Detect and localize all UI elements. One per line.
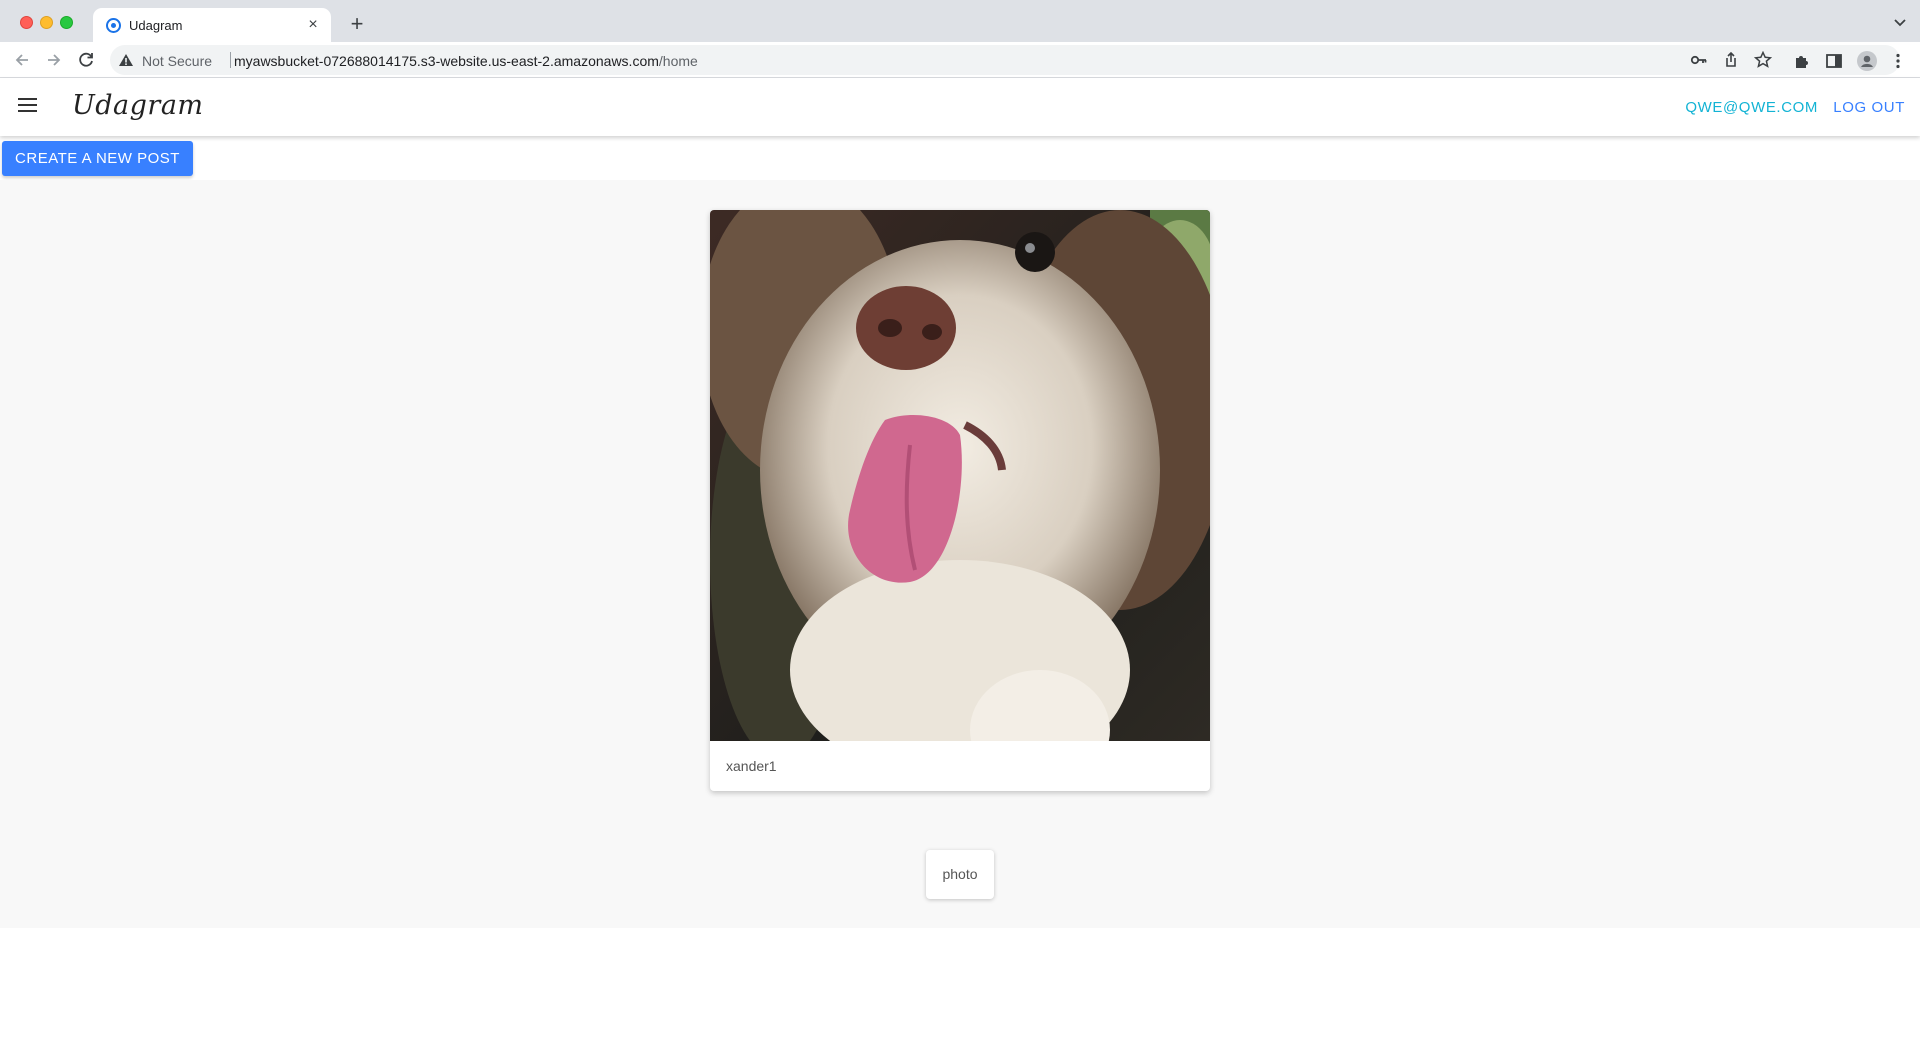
tab-favicon-icon (106, 18, 121, 33)
kebab-menu-icon[interactable] (1889, 52, 1907, 70)
maximize-window-button[interactable] (60, 16, 73, 29)
browser-tab[interactable]: Udagram × (93, 8, 331, 42)
url-text[interactable]: myawsbucket-072688014175.s3-website.us-e… (234, 53, 698, 69)
sidepanel-icon[interactable] (1825, 52, 1843, 70)
feed-area: xander1 photo (0, 180, 1920, 928)
url-path: /home (658, 53, 698, 69)
tab-title: Udagram (129, 18, 183, 33)
photo-chip[interactable]: photo (926, 850, 994, 899)
browser-toolbar: Not Secure myawsbucket-072688014175.s3-w… (0, 42, 1920, 78)
post-caption: xander1 (726, 758, 777, 774)
browser-chrome: Udagram × + Not Secure myawsbucket-07268… (0, 0, 1920, 78)
address-bar[interactable]: Not Secure myawsbucket-072688014175.s3-w… (110, 45, 1900, 75)
key-icon[interactable] (1690, 51, 1708, 69)
app-header: Udagram QWE@QWE.COM LOG OUT (0, 78, 1920, 136)
forward-icon[interactable] (42, 48, 66, 72)
create-post-bar: CREATE A NEW POST (0, 136, 1920, 180)
omnibox-divider (230, 52, 231, 68)
back-icon[interactable] (10, 48, 34, 72)
post-photo[interactable] (710, 210, 1210, 741)
minimize-window-button[interactable] (40, 16, 53, 29)
tab-strip: Udagram × + (0, 0, 1920, 42)
user-email-link[interactable]: QWE@QWE.COM (1685, 99, 1818, 116)
logout-button[interactable]: LOG OUT (1833, 99, 1905, 116)
profile-icon[interactable] (1857, 51, 1877, 71)
extensions-icon[interactable] (1793, 52, 1811, 70)
reload-icon[interactable] (74, 48, 98, 72)
create-post-button[interactable]: CREATE A NEW POST (2, 141, 193, 176)
tab-close-icon[interactable]: × (303, 15, 323, 35)
share-icon[interactable] (1722, 51, 1740, 69)
warning-icon[interactable] (118, 53, 134, 67)
star-icon[interactable] (1754, 51, 1772, 69)
url-host: myawsbucket-072688014175.s3-website.us-e… (234, 53, 659, 69)
feed-item-card[interactable]: xander1 (710, 210, 1210, 791)
brand-logo[interactable]: Udagram (72, 90, 204, 121)
security-label[interactable]: Not Secure (142, 53, 212, 69)
tab-search-icon[interactable] (1890, 12, 1910, 32)
close-window-button[interactable] (20, 16, 33, 29)
hamburger-menu-icon[interactable] (18, 98, 38, 114)
new-tab-button[interactable]: + (345, 12, 369, 36)
